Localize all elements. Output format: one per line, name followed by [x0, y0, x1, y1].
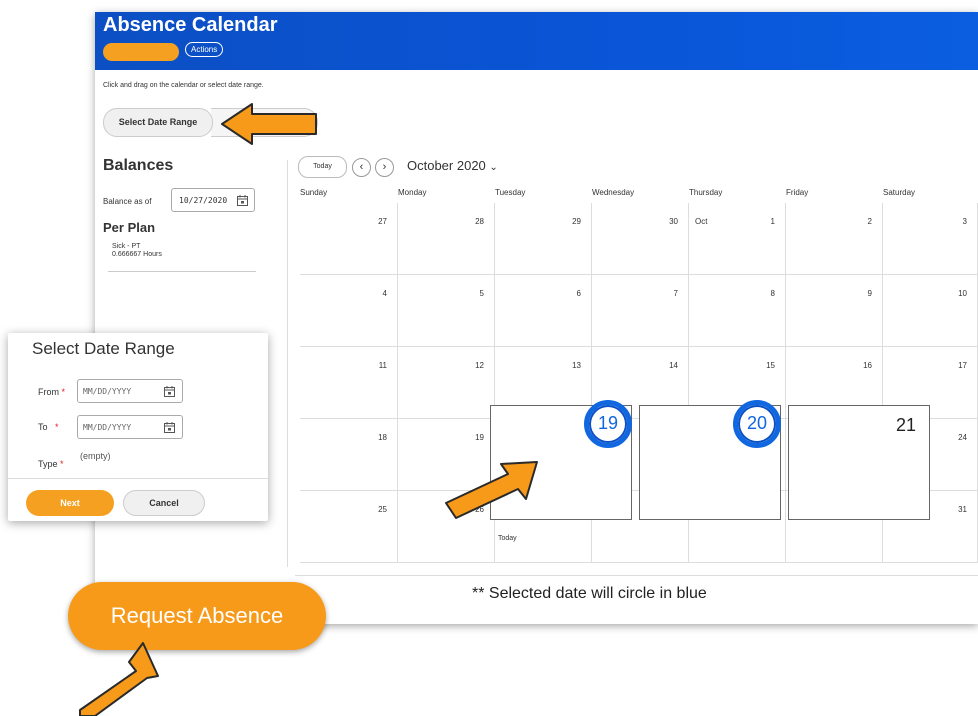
arrow-icon [79, 642, 159, 716]
arrow-icon [221, 103, 317, 145]
callout-arrows [79, 103, 538, 716]
arrow-icon [445, 461, 538, 519]
